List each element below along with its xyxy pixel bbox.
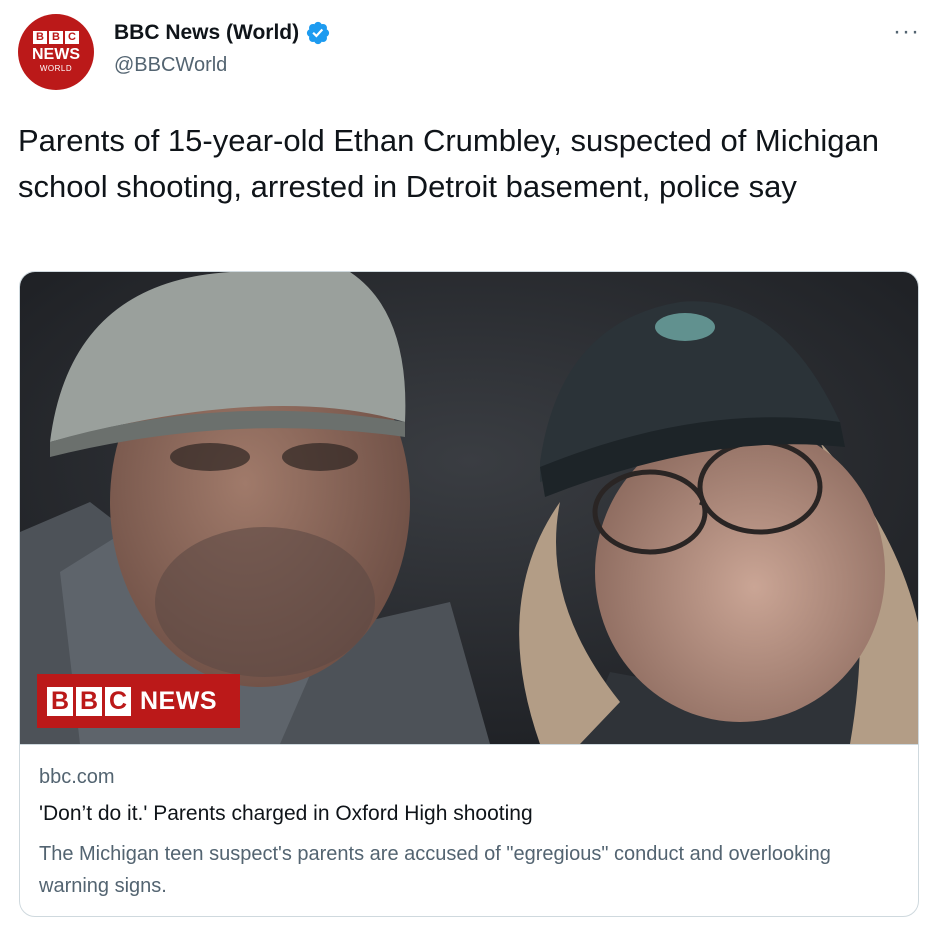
avatar-block-letter: C [65, 30, 79, 44]
more-options-icon[interactable]: ··· [893, 18, 920, 46]
card-description: The Michigan teen suspect's parents are … [39, 843, 831, 897]
tweet-text: Parents of 15-year-old Ethan Crumbley, s… [18, 123, 879, 204]
card-title: 'Don’t do it.' Parents charged in Oxford… [39, 802, 533, 825]
avatar-news-text: NEWS [32, 45, 80, 63]
logo-block-letter: B [47, 686, 73, 716]
account-handle[interactable]: @BBCWorld [114, 54, 227, 77]
avatar-block-letter: B [49, 30, 63, 44]
card-divider [20, 744, 918, 745]
card-domain: bbc.com [39, 766, 115, 788]
avatar[interactable]: B B C NEWS WORLD [18, 14, 94, 90]
card-image[interactable]: B B C NEWS [20, 272, 918, 744]
logo-news-text: NEWS [140, 686, 217, 715]
verified-badge-icon [307, 21, 330, 45]
bbc-news-logo: B B C NEWS [37, 674, 240, 728]
account-name[interactable]: BBC News (World) [114, 20, 331, 46]
avatar-bbc-blocks: B B C [33, 30, 79, 44]
account-name-text[interactable]: BBC News (World) [114, 21, 299, 45]
link-card[interactable]: B B C NEWS bbc.com 'Don’t do it.' Parent… [19, 271, 919, 917]
logo-block-letter: C [105, 686, 131, 716]
logo-block-letter: B [76, 686, 102, 716]
avatar-block-letter: B [33, 30, 47, 44]
avatar-world-text: WORLD [39, 63, 73, 73]
